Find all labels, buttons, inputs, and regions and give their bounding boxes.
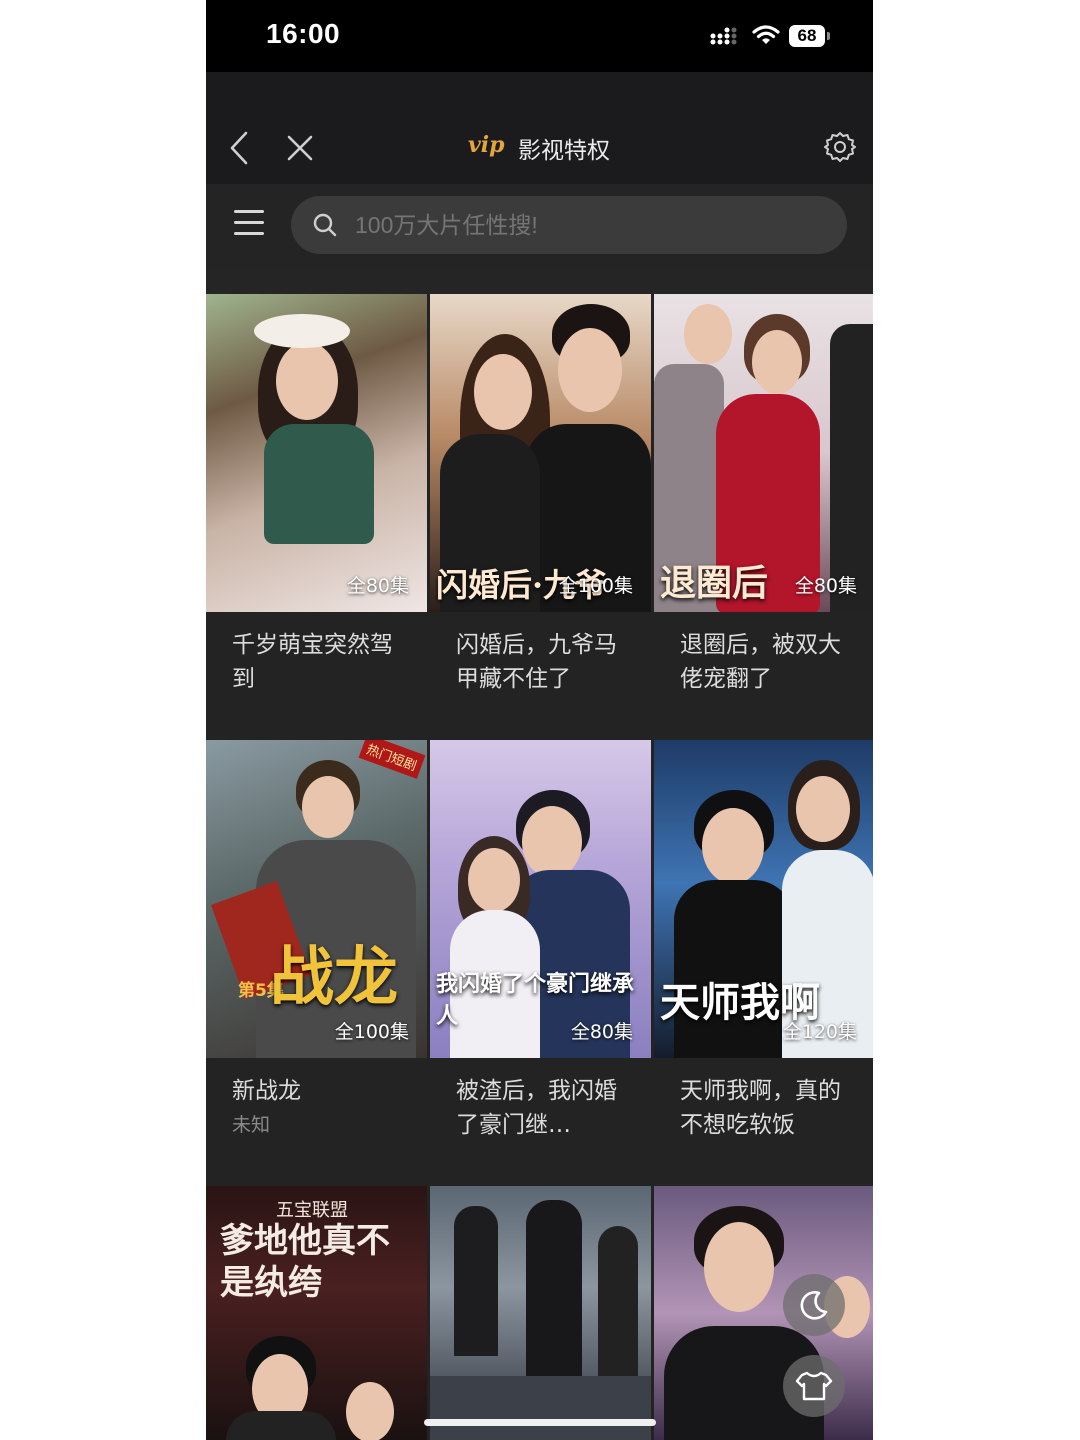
close-icon[interactable] bbox=[286, 134, 314, 162]
battery-tip bbox=[827, 32, 830, 40]
episode-count: 全100集 bbox=[558, 575, 633, 597]
episode-count: 全100集 bbox=[334, 1021, 409, 1043]
wifi-icon bbox=[752, 25, 780, 44]
status-time: 16:00 bbox=[266, 18, 341, 49]
poster-image[interactable]: 全80集 bbox=[206, 294, 427, 612]
page-title: 影视特权 bbox=[518, 138, 610, 164]
menu-icon[interactable] bbox=[234, 210, 264, 240]
nav-header: vip 影视特权 bbox=[206, 72, 873, 184]
night-mode-button[interactable] bbox=[783, 1274, 845, 1336]
poster-title: 爹地他真不是纨绔 bbox=[220, 1221, 390, 1303]
hot-tag: 热门短剧 bbox=[358, 740, 426, 779]
drama-title[interactable]: 闪婚后，九爷马甲藏不住了 bbox=[456, 628, 626, 696]
theme-button[interactable] bbox=[783, 1355, 845, 1417]
drama-subtitle: 未知 bbox=[232, 1114, 271, 1136]
search-input[interactable] bbox=[355, 196, 825, 254]
moon-icon bbox=[800, 1291, 828, 1320]
shirt-icon bbox=[795, 1371, 833, 1401]
home-indicator bbox=[424, 1419, 656, 1426]
vip-badge: vip bbox=[468, 132, 505, 158]
poster-image[interactable]: 退圈后 全80集 bbox=[654, 294, 873, 612]
poster-title: 退圈后 bbox=[660, 562, 769, 604]
poster-image[interactable]: 热门短剧 第5集 战龙 全100集 bbox=[206, 740, 427, 1058]
search-box[interactable] bbox=[291, 196, 847, 254]
episode-count: 全80集 bbox=[794, 575, 857, 597]
episode-count: 全80集 bbox=[570, 1021, 633, 1043]
episode-count: 全120集 bbox=[782, 1021, 857, 1043]
poster-image[interactable]: 闪婚后·九爷 全100集 bbox=[430, 294, 651, 612]
section-divider bbox=[206, 270, 873, 294]
back-icon[interactable] bbox=[224, 130, 254, 166]
drama-title[interactable]: 千岁萌宝突然驾到 bbox=[232, 628, 402, 696]
search-icon bbox=[313, 213, 337, 237]
poster-image[interactable]: 天师我啊 全120集 bbox=[654, 740, 873, 1058]
drama-title[interactable]: 被渣后，我闪婚了豪门继… bbox=[456, 1074, 626, 1142]
drama-title[interactable]: 退圈后，被双大佬宠翻了 bbox=[680, 628, 850, 696]
battery-icon: 68 bbox=[789, 25, 825, 47]
poster-image[interactable]: 五宝联盟 爹地他真不是纨绔 bbox=[206, 1186, 427, 1440]
poster-image[interactable] bbox=[430, 1186, 651, 1440]
cellular-signal-icon bbox=[710, 27, 737, 45]
drama-title[interactable]: 天师我啊，真的不想吃软饭 bbox=[680, 1074, 850, 1142]
episode-count: 全80集 bbox=[346, 575, 409, 597]
poster-title: 战龙 bbox=[270, 940, 398, 1015]
settings-gear-icon[interactable] bbox=[823, 130, 857, 164]
search-row bbox=[206, 184, 873, 270]
drama-title[interactable]: 新战龙 bbox=[232, 1074, 402, 1108]
phone-screen: 16:00 68 vip 影视特权 100万大片任性搜! 全80集 千岁萌宝突然… bbox=[206, 0, 873, 1440]
poster-subtitle: 五宝联盟 bbox=[276, 1200, 348, 1221]
status-bar: 16:00 68 bbox=[206, 0, 873, 72]
poster-image[interactable]: 我闪婚了个豪门继承人 全80集 bbox=[430, 740, 651, 1058]
